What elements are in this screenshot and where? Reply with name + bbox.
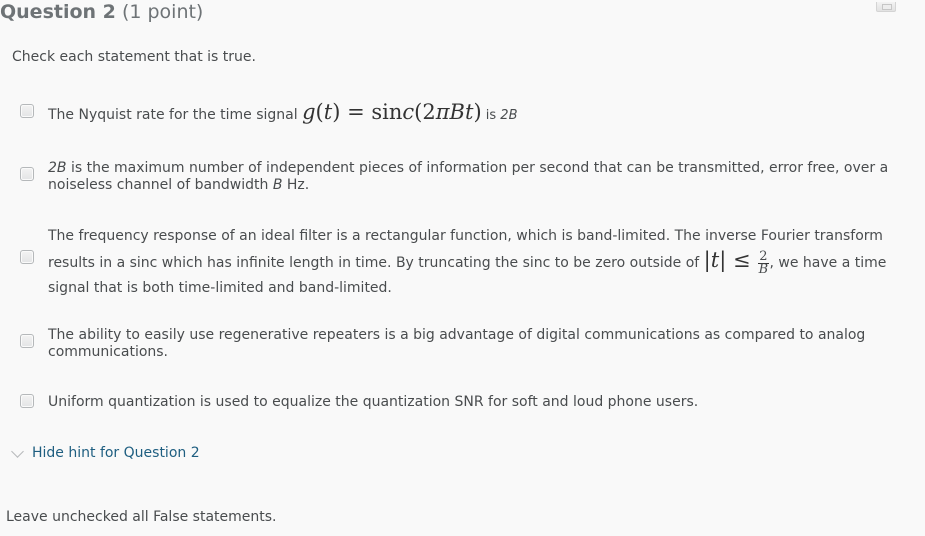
math-equals: = xyxy=(340,100,372,124)
option-2-text-body: is the maximum number of independent pie… xyxy=(48,160,889,193)
hint-text: Leave unchecked all False statements. xyxy=(6,509,277,525)
option-4-checkbox[interactable] xyxy=(20,334,34,348)
math-paren: ) xyxy=(473,100,482,124)
option-1-text-lead: The Nyquist rate for the time signal xyxy=(48,107,303,123)
option-1-text-2B: 2B xyxy=(500,108,518,123)
math-le: ≤ xyxy=(726,248,758,272)
math-g: g xyxy=(302,100,316,124)
option-5-checkbox[interactable] xyxy=(20,394,34,408)
option-1-checkbox[interactable] xyxy=(20,104,34,118)
math-formula-g-of-t: g(t) = sinc(2πBt) xyxy=(302,100,482,124)
question-header: Question 2 (1 point) xyxy=(0,0,203,24)
question-title: Question 2 xyxy=(0,1,116,23)
hide-hint-toggle[interactable]: Hide hint for Question 2 xyxy=(10,444,200,462)
option-1-text: The Nyquist rate for the time signal g(t… xyxy=(48,100,893,128)
option-2-text-2B: 2B xyxy=(48,160,67,176)
chevron-down-icon xyxy=(11,444,24,458)
option-5-text: Uniform quantization is used to equalize… xyxy=(48,394,699,410)
math-sin: sin xyxy=(371,100,403,124)
option-2-checkbox[interactable] xyxy=(20,167,34,181)
math-2: 2 xyxy=(422,100,436,124)
option-2-text-hz: Hz. xyxy=(282,177,310,193)
option-3-text: The frequency response of an ideal filte… xyxy=(48,224,893,300)
math-abs-t-le-2-over-B: |t| ≤ xyxy=(704,248,758,272)
question-points: (1 point) xyxy=(121,1,204,23)
option-2-text: 2B is the maximum number of independent … xyxy=(48,160,893,194)
option-1-text-is: is xyxy=(481,108,501,123)
math-abs-bar: | xyxy=(703,248,711,272)
math-B: B xyxy=(449,100,465,124)
question-instruction: Check each statement that is true. xyxy=(12,49,256,65)
math-t: t xyxy=(710,248,720,272)
math-frac-denominator: B xyxy=(758,261,769,277)
math-paren: ( xyxy=(315,100,324,124)
hide-hint-label[interactable]: Hide hint for Question 2 xyxy=(32,444,200,462)
math-t: t xyxy=(323,100,333,124)
window-restore-icon[interactable] xyxy=(876,2,896,12)
option-4-text: The ability to easily use regenerative r… xyxy=(48,327,866,360)
option-2-text-B: B xyxy=(272,177,283,193)
option-3-checkbox[interactable] xyxy=(20,250,34,264)
math-pi: π xyxy=(435,100,450,124)
math-fraction: 2B xyxy=(758,250,769,277)
math-c: c xyxy=(402,100,415,124)
